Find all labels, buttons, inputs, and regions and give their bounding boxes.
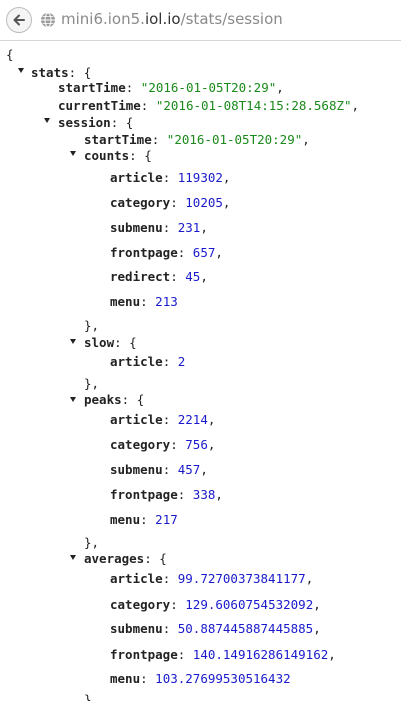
json-row-counts-redirect: redirect: 45, xyxy=(110,269,208,284)
json-row-peaks-frontpage: frontpage: 338, xyxy=(110,487,223,502)
json-row-peaks-submenu: submenu: 457, xyxy=(110,462,208,477)
json-row-averages-menu: menu: 103.27699530516432 xyxy=(110,671,291,686)
json-row-slow-article: article: 2 xyxy=(110,354,186,369)
back-arrow-icon xyxy=(13,14,25,26)
json-row-counts: counts: { xyxy=(84,148,152,163)
json-row-averages: averages: { xyxy=(84,551,167,566)
url-field[interactable]: mini6.ion5.iol.io/stats/session xyxy=(61,10,283,28)
url-host-prefix: mini6.ion5. xyxy=(61,10,145,28)
json-row-averages-frontpage: frontpage: 140.14916286149162, xyxy=(110,647,336,662)
collapse-triangle-icon[interactable] xyxy=(44,118,50,123)
json-row-counts-submenu: submenu: 231, xyxy=(110,220,208,235)
globe-icon xyxy=(41,12,55,28)
collapse-triangle-icon[interactable] xyxy=(70,339,76,344)
json-viewer: { stats: { startTime: "2016-01-05T20:29"… xyxy=(0,40,401,701)
json-row-slow: slow: { xyxy=(84,335,137,350)
json-close-averages: } xyxy=(84,692,92,701)
url-host: iol.io xyxy=(144,10,181,28)
json-row-counts-frontpage: frontpage: 657, xyxy=(110,245,223,260)
collapse-triangle-icon[interactable] xyxy=(70,397,76,402)
json-row-starttime: startTime: "2016-01-05T20:29", xyxy=(58,80,284,95)
json-row-peaks-article: article: 2214, xyxy=(110,412,216,427)
json-row-peaks-menu: menu: 217 xyxy=(110,512,178,527)
json-row-counts-category: category: 10205, xyxy=(110,195,231,210)
json-open-brace: { xyxy=(6,47,14,62)
json-row-counts-menu: menu: 213 xyxy=(110,294,178,309)
collapse-triangle-icon[interactable] xyxy=(70,555,76,560)
back-button[interactable] xyxy=(6,7,32,33)
collapse-triangle-icon[interactable] xyxy=(70,151,76,156)
json-row-averages-submenu: submenu: 50.887445887445885, xyxy=(110,621,321,636)
collapse-triangle-icon[interactable] xyxy=(18,68,24,73)
json-row-peaks-category: category: 756, xyxy=(110,437,216,452)
address-bar: mini6.ion5.iol.io/stats/session xyxy=(0,0,401,41)
json-row-counts-article: article: 119302, xyxy=(110,170,231,185)
json-row-averages-category: category: 129.6060754532092, xyxy=(110,597,321,612)
json-row-averages-article: article: 99.72700373841177, xyxy=(110,571,314,586)
url-path: /stats/session xyxy=(180,10,283,28)
json-row-peaks: peaks: { xyxy=(84,392,145,407)
